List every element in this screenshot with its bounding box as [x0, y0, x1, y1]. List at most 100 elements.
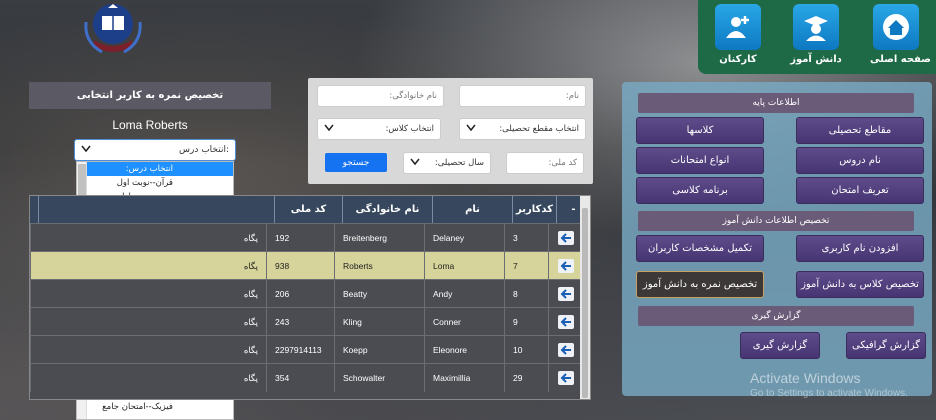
- course-option[interactable]: فیزیک--امتحان جامع: [87, 400, 233, 414]
- assign-score-title: تخصیص نمره به کاربر انتخابی: [29, 82, 271, 109]
- cell-code: 9: [504, 308, 548, 336]
- chevron-down-icon: [410, 158, 420, 169]
- table-row[interactable]: 29 Maximillia Schowalter 354 پگاه: [30, 363, 582, 392]
- nav-staff[interactable]: کارکنان: [712, 4, 764, 65]
- arrow-left-icon[interactable]: [557, 371, 574, 385]
- cell-grade: پگاه: [30, 280, 266, 308]
- grade-select[interactable]: انتخاب مقطع تحصیلی:: [459, 118, 586, 140]
- table-row[interactable]: 8 Andy Beatty 206 پگاه: [30, 279, 582, 308]
- cell-code: 3: [504, 224, 548, 252]
- chevron-down-icon: [81, 145, 91, 156]
- col-user-code[interactable]: کدکاربر: [512, 196, 556, 223]
- section-base-info: اطلاعات پایه: [638, 93, 914, 113]
- nav-students[interactable]: دانش آموز: [790, 4, 842, 65]
- cell-code: 29: [504, 364, 548, 392]
- admin-panel: اطلاعات پایه مقاطع تحصیلی کلاسها نام درو…: [622, 82, 932, 396]
- cell-grade: پگاه: [30, 252, 266, 280]
- cell-last: Roberts: [334, 252, 424, 280]
- table-row[interactable]: 7 Loma Roberts 938 پگاه: [30, 251, 582, 280]
- cell-grade: پگاه: [30, 364, 266, 392]
- activate-windows-sub: Go to Settings to activate Windows.: [750, 388, 908, 399]
- row-select-cell: [548, 336, 582, 364]
- table-row[interactable]: 9 Conner Kling 243 پگاه: [30, 307, 582, 336]
- cell-first: Delaney: [424, 224, 504, 252]
- cell-nid: 938: [266, 252, 334, 280]
- table-row[interactable]: 3 Delaney Breitenberg 192 پگاه: [30, 223, 582, 252]
- grades-button[interactable]: مقاطع تحصیلی: [796, 117, 924, 144]
- col-national-id[interactable]: کد ملی: [274, 196, 342, 223]
- exam-types-button[interactable]: انواع امتحانات: [636, 147, 764, 174]
- search-button[interactable]: جستجو: [325, 153, 387, 172]
- cell-grade: پگاه: [30, 308, 266, 336]
- cell-nid: 243: [266, 308, 334, 336]
- arrow-left-icon[interactable]: [557, 231, 574, 245]
- row-select-cell: [548, 280, 582, 308]
- class-select[interactable]: انتخاب کلاس:: [317, 118, 441, 140]
- assign-score-button[interactable]: تخصیص نمره به دانش آموز: [636, 271, 764, 298]
- year-select-value: سال تحصیلی:: [434, 158, 484, 168]
- cell-last: Breitenberg: [334, 224, 424, 252]
- graphic-report-button[interactable]: گزارش گرافیکی: [846, 332, 926, 359]
- top-nav: کارکنان دانش آموز صفحه اصلی: [698, 0, 936, 74]
- col-last-name[interactable]: نام خانوادگی: [342, 196, 432, 223]
- nav-staff-label: کارکنان: [719, 54, 757, 65]
- last-name-field[interactable]: نام خانوادگی:: [317, 85, 444, 107]
- add-username-button[interactable]: افزودن نام کاربری: [796, 235, 924, 262]
- nav-home-label: صفحه اصلی: [870, 54, 931, 65]
- cell-first: Maximillia: [424, 364, 504, 392]
- first-name-field[interactable]: نام:: [459, 85, 586, 107]
- cell-nid: 192: [266, 224, 334, 252]
- class-schedule-button[interactable]: برنامه کلاسی: [636, 177, 764, 204]
- row-select-cell: [548, 308, 582, 336]
- section-student-assign: تخصیص اطلاعات دانش آموز: [638, 211, 914, 231]
- cell-first: Eleonore: [424, 336, 504, 364]
- row-select-cell: [548, 224, 582, 252]
- cell-code: 10: [504, 336, 548, 364]
- course-option[interactable]: انتخاب درس:: [87, 162, 233, 176]
- cell-nid: 2297914113: [266, 336, 334, 364]
- course-select[interactable]: انتخاب درس:: [74, 139, 236, 161]
- selected-student-name: Loma Roberts: [112, 118, 188, 132]
- row-select-cell: [548, 364, 582, 392]
- section-reporting: گزارش گیری: [638, 306, 914, 326]
- nav-students-label: دانش آموز: [790, 54, 842, 65]
- course-select-value: انتخاب درس:: [179, 145, 229, 155]
- col-first-name[interactable]: نام: [432, 196, 512, 223]
- cell-last: Koepp: [334, 336, 424, 364]
- course-option[interactable]: قرآن--نوبت اول: [87, 176, 233, 190]
- chevron-down-icon: [324, 124, 334, 135]
- national-id-placeholder: کد ملی:: [548, 158, 577, 168]
- table-row[interactable]: 10 Eleonore Koepp 2297914113 پگاه: [30, 335, 582, 364]
- year-select[interactable]: سال تحصیلی:: [403, 152, 491, 174]
- cell-grade: پگاه: [30, 336, 266, 364]
- col-grade: [38, 196, 274, 223]
- row-select-cell: [548, 252, 582, 280]
- cell-first: Conner: [424, 308, 504, 336]
- course-names-button[interactable]: نام دروس: [796, 147, 924, 174]
- nav-home[interactable]: صفحه اصلی: [870, 4, 931, 65]
- cell-first: Loma: [424, 252, 504, 280]
- cell-grade: پگاه: [30, 224, 266, 252]
- assign-class-button[interactable]: تخصیص کلاس به دانش آموز: [796, 271, 924, 298]
- school-logo: [80, 2, 146, 60]
- cell-last: Schowalter: [334, 364, 424, 392]
- cell-last: Beatty: [334, 280, 424, 308]
- arrow-left-icon[interactable]: [557, 259, 574, 273]
- last-name-placeholder: نام خانوادگی:: [389, 91, 437, 101]
- arrow-left-icon[interactable]: [557, 343, 574, 357]
- exam-definition-button[interactable]: تعریف امتحان: [796, 177, 924, 204]
- complete-profile-button[interactable]: تکمیل مشخصات کاربران: [636, 235, 764, 262]
- national-id-field[interactable]: کد ملی:: [506, 152, 584, 174]
- home-icon: [873, 4, 919, 50]
- table-scrollbar[interactable]: [580, 196, 590, 399]
- class-select-value: انتخاب کلاس:: [385, 124, 434, 134]
- arrow-left-icon[interactable]: [557, 287, 574, 301]
- add-user-icon: [715, 4, 761, 50]
- arrow-left-icon[interactable]: [557, 315, 574, 329]
- classes-button[interactable]: کلاسها: [636, 117, 764, 144]
- report-button[interactable]: گزارش گیری: [740, 332, 820, 359]
- first-name-placeholder: نام:: [565, 91, 579, 101]
- students-table: - کدکاربر نام نام خانوادگی کد ملی 3 Delan…: [29, 195, 591, 400]
- graduate-icon: [793, 4, 839, 50]
- search-panel: نام: نام خانوادگی: انتخاب مقطع تحصیلی: ا…: [308, 78, 593, 184]
